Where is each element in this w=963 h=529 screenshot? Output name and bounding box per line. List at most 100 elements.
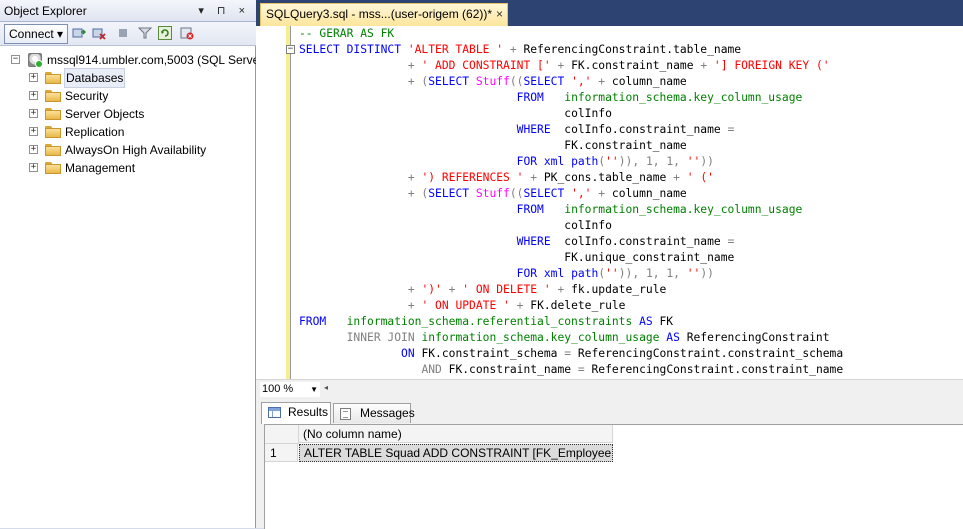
- code-line[interactable]: FROM information_schema.key_column_usage: [299, 90, 803, 106]
- expand-toggle[interactable]: +: [29, 91, 38, 100]
- code-token: SELECT: [428, 75, 476, 88]
- expand-toggle[interactable]: +: [29, 73, 38, 82]
- code-token: path: [571, 155, 599, 168]
- grid-corner-header[interactable]: [265, 425, 299, 444]
- query-document-tab[interactable]: SQLQuery3.sql - mss...(user-origem (62))…: [260, 3, 508, 26]
- tree-node-label: Databases: [64, 68, 126, 88]
- code-line[interactable]: + (SELECT Stuff((SELECT ',' + column_nam…: [299, 186, 687, 202]
- code-line[interactable]: SELECT DISTINCT 'ALTER TABLE ' + Referen…: [299, 42, 741, 58]
- code-line[interactable]: + ')' + ' ON DELETE ' + fk.update_rule: [299, 282, 666, 298]
- code-line[interactable]: -- GERAR AS FK: [299, 26, 394, 42]
- code-token: '': [605, 267, 619, 280]
- code-token: colInfo.constraint_name: [564, 123, 728, 136]
- code-line[interactable]: + ' ADD CONSTRAINT [' + FK.constraint_na…: [299, 58, 830, 74]
- code-token: '] FOREIGN KEY (': [713, 59, 830, 72]
- code-token: INNER JOIN: [346, 331, 422, 344]
- code-token: ReferencingConstraint.table_name: [523, 43, 742, 56]
- chevron-down-icon[interactable]: ▼: [310, 382, 318, 397]
- expand-toggle[interactable]: +: [29, 163, 38, 172]
- code-line[interactable]: colInfo: [299, 218, 612, 234]
- code-token: information_schema.key_column_usage: [564, 91, 803, 104]
- code-token: Stuff: [475, 75, 510, 88]
- code-token: )): [700, 155, 714, 168]
- tab-results[interactable]: Results: [261, 402, 331, 424]
- folder-icon: [45, 144, 61, 156]
- code-token: path: [571, 267, 599, 280]
- code-token: +: [509, 299, 531, 312]
- code-line[interactable]: FOR xml path('')), 1, 1, '')): [299, 154, 714, 170]
- code-token: +: [407, 171, 422, 184]
- object-explorer-title: Object Explorer: [4, 4, 87, 18]
- tab-messages[interactable]: Messages: [333, 403, 415, 423]
- expand-toggle[interactable]: +: [29, 145, 38, 154]
- results-grid[interactable]: (No column name) 1 ALTER TABLE Squad ADD…: [264, 424, 963, 529]
- code-token: information_schema.key_column_usage: [564, 203, 803, 216]
- code-line[interactable]: colInfo: [299, 106, 612, 122]
- code-token: +: [503, 43, 524, 56]
- refresh-icon[interactable]: [158, 26, 172, 40]
- collapse-toggle[interactable]: −: [11, 55, 20, 64]
- code-token: FK: [659, 315, 674, 328]
- code-token: =: [727, 123, 735, 136]
- cancel-icon[interactable]: [180, 26, 194, 40]
- zoom-value: 100 %: [262, 383, 294, 395]
- stop-icon[interactable]: [116, 26, 130, 40]
- code-token: ') REFERENCES ': [421, 171, 524, 184]
- code-token: FK.constraint_name: [564, 139, 687, 152]
- code-token: WHERE: [516, 123, 565, 136]
- code-line[interactable]: FK.unique_constraint_name: [299, 250, 734, 266]
- code-line[interactable]: + ' ON UPDATE ' + FK.delete_rule: [299, 298, 626, 314]
- code-token: =: [727, 235, 735, 248]
- selection-margin[interactable]: [256, 26, 280, 379]
- disconnect-icon[interactable]: [92, 26, 106, 40]
- tree-node-server[interactable]: − mssql914.umbler.com,5003 (SQL Server: [0, 51, 263, 69]
- filter-icon[interactable]: [137, 26, 153, 40]
- scroll-left-icon[interactable]: ◂: [324, 383, 328, 392]
- code-line[interactable]: FK.constraint_name: [299, 138, 687, 154]
- folder-icon: [45, 90, 61, 102]
- tree-node-label: Replication: [65, 125, 125, 139]
- code-token: FK.constraint_name: [571, 59, 701, 72]
- code-line[interactable]: WHERE colInfo.constraint_name =: [299, 122, 735, 138]
- code-line[interactable]: AND FK.constraint_name = ReferencingCons…: [299, 362, 843, 378]
- expand-toggle[interactable]: +: [29, 109, 38, 118]
- code-token: '': [686, 267, 701, 280]
- zoom-select[interactable]: 100 % ▼: [260, 382, 320, 397]
- code-line[interactable]: FROM information_schema.key_column_usage: [299, 202, 803, 218]
- code-token: WHERE: [516, 235, 565, 248]
- code-token: colInfo: [564, 107, 612, 120]
- code-token: FOR: [516, 155, 544, 168]
- code-line[interactable]: FROM information_schema.referential_cons…: [299, 314, 673, 330]
- row-header[interactable]: 1: [265, 444, 298, 462]
- expand-toggle[interactable]: +: [29, 127, 38, 136]
- connect-object-explorer-icon[interactable]: [72, 26, 87, 40]
- column-header[interactable]: (No column name): [299, 425, 613, 443]
- messages-icon: [340, 408, 351, 420]
- code-line[interactable]: + (SELECT Stuff((SELECT ',' + column_nam…: [299, 74, 687, 90]
- code-line[interactable]: INNER JOIN information_schema.key_column…: [299, 330, 830, 346]
- code-token: Stuff: [475, 187, 510, 200]
- code-line[interactable]: ON FK.constraint_schema = ReferencingCon…: [299, 346, 843, 362]
- code-token: =: [577, 363, 592, 376]
- sql-editor[interactable]: − -- GERAR AS FK SELECT DISTINCT 'ALTER T…: [256, 26, 963, 379]
- code-line[interactable]: WHERE colInfo.constraint_name =: [299, 234, 735, 250]
- code-line[interactable]: + ') REFERENCES ' + PK_cons.table_name +…: [299, 170, 714, 186]
- code-token: ((: [509, 187, 524, 200]
- results-pane: Results Messages (No column name) 1 ALTE…: [256, 399, 963, 529]
- window-position-buttons[interactable]: ▾ ⊓ ×: [198, 4, 250, 17]
- code-token: )), 1, 1,: [618, 155, 687, 168]
- code-token: -- GERAR AS FK: [299, 27, 395, 40]
- close-tab-icon[interactable]: ×: [496, 4, 503, 25]
- outline-collapse-toggle[interactable]: −: [286, 45, 295, 54]
- code-token: '': [686, 155, 701, 168]
- connect-button[interactable]: Connect ▾: [4, 24, 69, 44]
- result-cell[interactable]: ALTER TABLE Squad ADD CONSTRAINT [FK_Emp…: [299, 444, 613, 462]
- code-token: + (: [407, 187, 429, 200]
- code-line[interactable]: FOR xml path('')), 1, 1, '')): [299, 266, 714, 282]
- folder-icon: [45, 162, 61, 174]
